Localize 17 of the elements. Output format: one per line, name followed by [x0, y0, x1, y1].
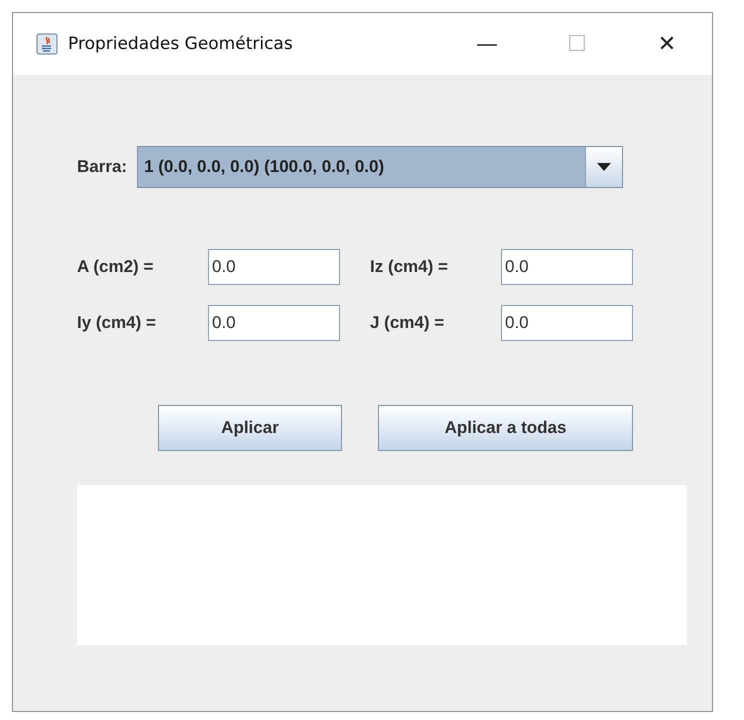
input-field[interactable]: 0.0 [501, 305, 633, 341]
minimize-button[interactable]: — [442, 13, 532, 75]
window-title: Propriedades Geométricas [68, 34, 293, 54]
close-button[interactable]: ✕ [622, 13, 712, 75]
app-icon [36, 33, 58, 55]
field-label: A (cm2) = [77, 257, 154, 277]
apply-button[interactable]: Aplicar [158, 405, 342, 451]
dropdown-arrow-icon [597, 163, 612, 171]
input-field[interactable]: 0.0 [501, 249, 633, 285]
bar-label: Barra: [77, 157, 128, 177]
bar-dropdown[interactable]: 1 (0.0, 0.0, 0.0) (100.0, 0.0, 0.0) [137, 146, 624, 188]
field-label: J (cm4) = [370, 313, 446, 333]
field-label: Iz (cm4) = [370, 257, 449, 277]
input-field[interactable]: 0.0 [208, 305, 340, 341]
apply-all-button[interactable]: Aplicar a todas [378, 405, 633, 451]
input-field[interactable]: 0.0 [208, 249, 340, 285]
field-label: Iy (cm4) = [77, 313, 157, 333]
